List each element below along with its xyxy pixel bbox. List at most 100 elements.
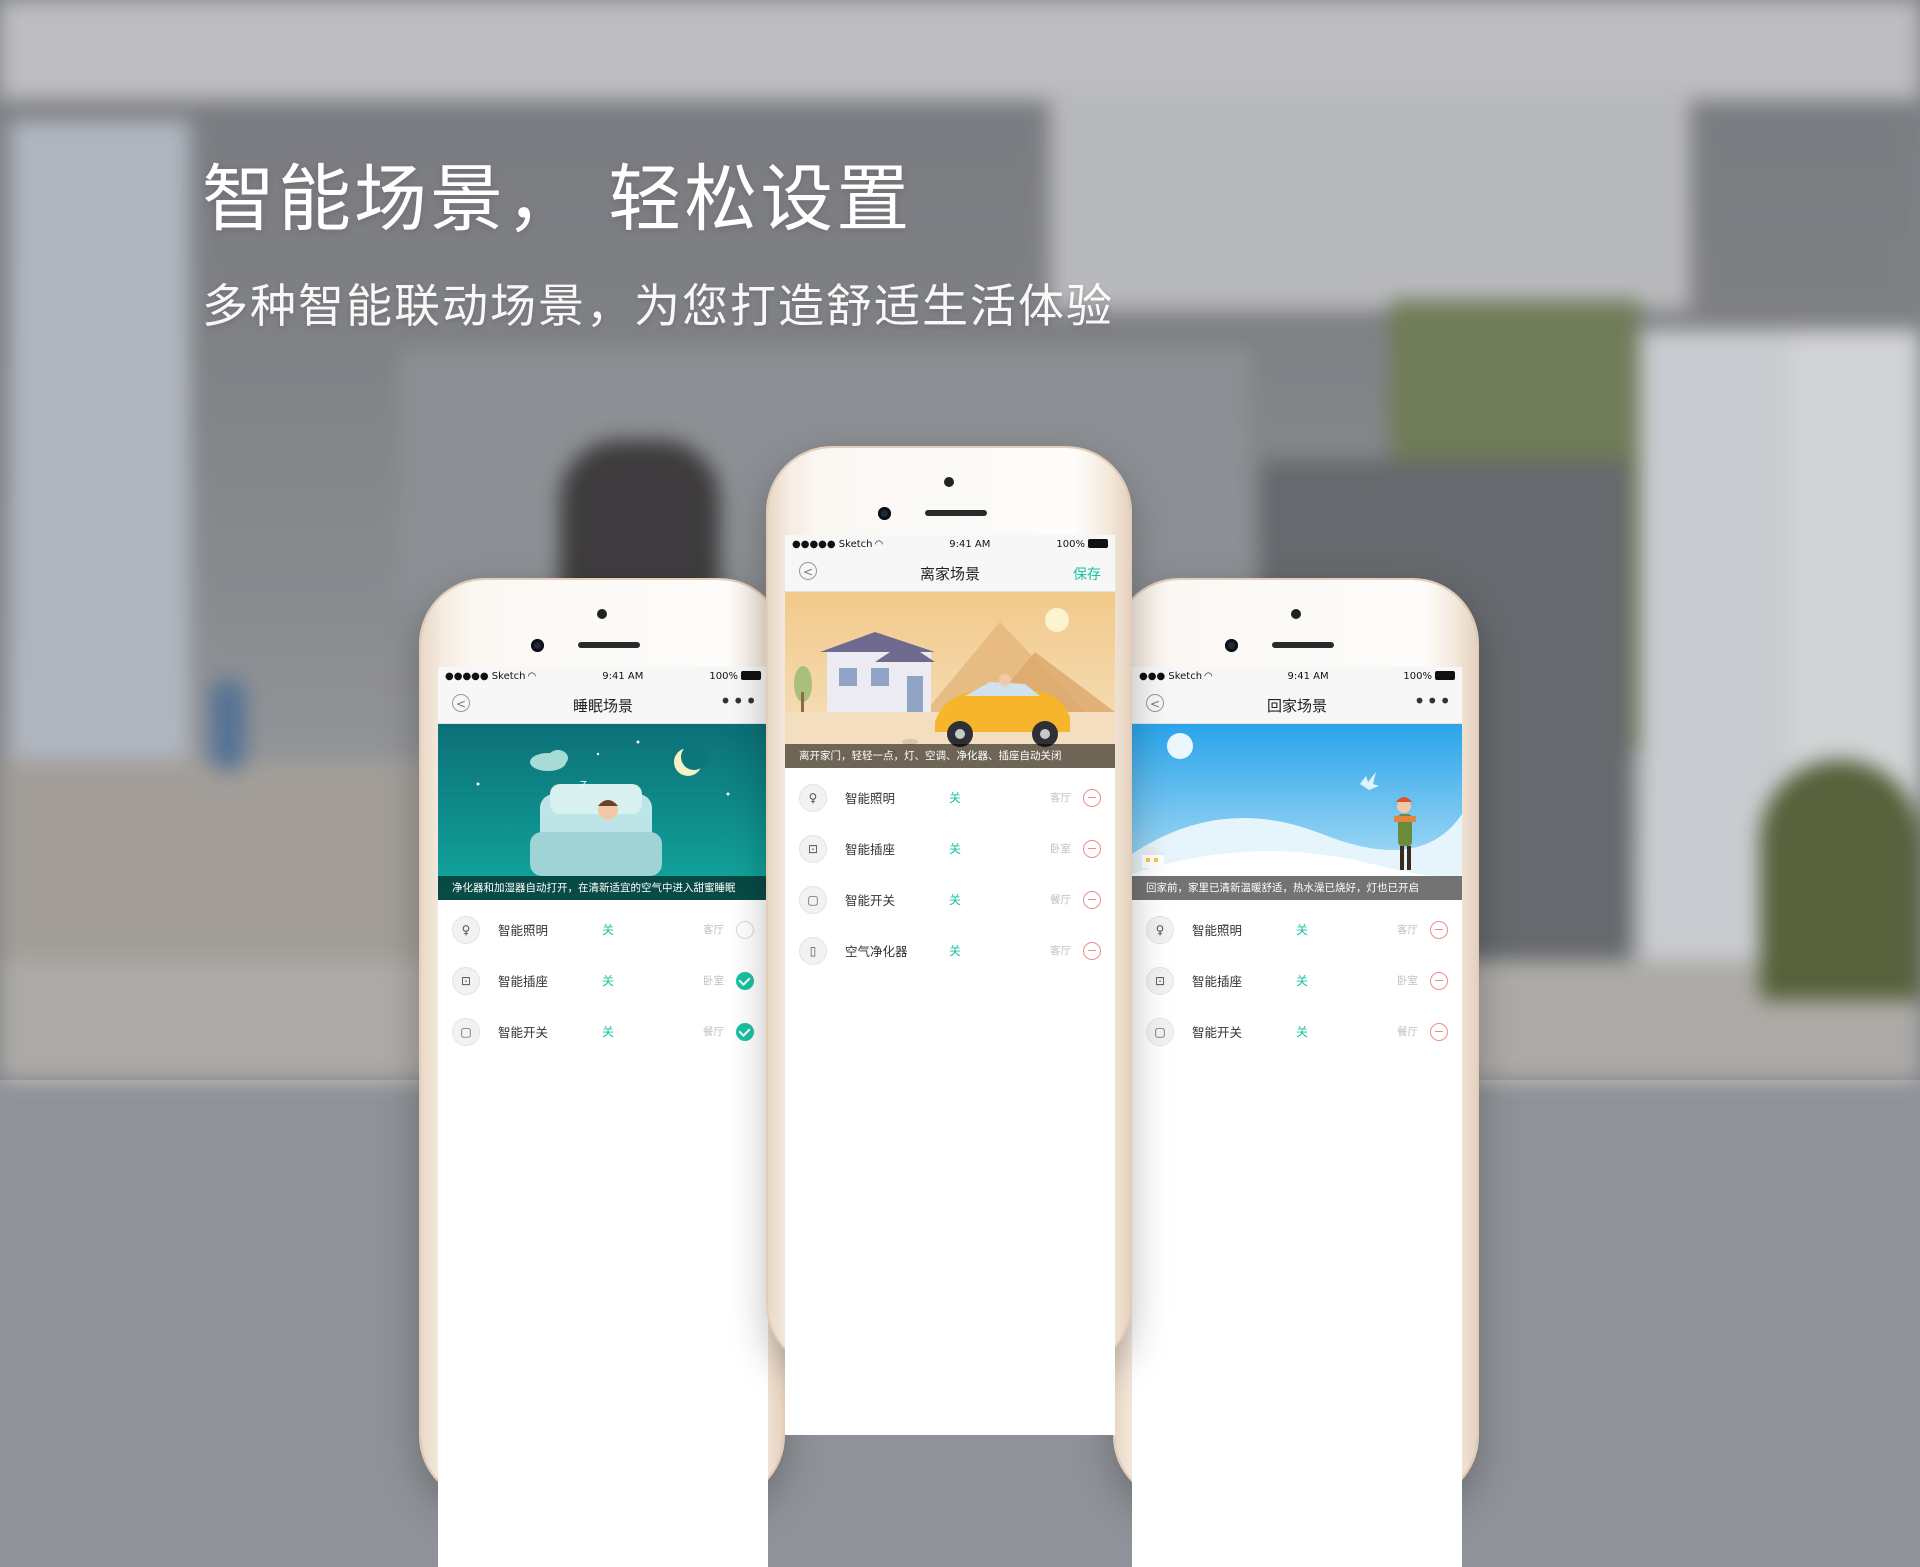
carrier-label: ●●● Sketch	[1139, 670, 1203, 682]
device-state[interactable]: 关	[949, 891, 961, 908]
earpiece-speaker	[1272, 642, 1334, 648]
scene-caption: 净化器和加湿器自动打开，在清新适宜的空气中进入甜蜜睡眠	[438, 876, 768, 900]
headline: 智能场景， 轻松设置	[202, 157, 913, 242]
remove-device-button[interactable]	[1083, 941, 1101, 960]
phone-screen: ●●●●● Sketch ◠ 9:41 AM 100% < 离家场景 保存 离开…	[785, 535, 1115, 1435]
winter-illustration	[1132, 724, 1462, 900]
svg-text:Z: Z	[580, 780, 587, 791]
more-button[interactable]: •••	[1414, 689, 1452, 713]
device-list: ♀ 智能照明 关 客厅 ⊡ 智能插座 关 卧室 ▢ 智能开关 关 餐厅	[785, 768, 1115, 976]
earpiece-speaker	[578, 642, 640, 648]
carrier-label: ●●●●● Sketch	[445, 670, 526, 682]
device-room: 客厅	[703, 924, 724, 936]
battery-label: 100%	[1056, 538, 1085, 550]
battery-icon	[1434, 671, 1455, 680]
device-room: 客厅	[1397, 924, 1418, 936]
device-state[interactable]: 关	[602, 972, 614, 989]
device-name: 智能插座	[1192, 974, 1243, 989]
page-title: 回家场景	[1266, 697, 1327, 715]
battery-icon	[1088, 539, 1108, 548]
select-toggle[interactable]	[736, 971, 754, 990]
device-row[interactable]: ⊡ 智能插座 关 卧室	[785, 823, 1115, 874]
front-camera	[1225, 639, 1238, 652]
device-state[interactable]: 关	[1296, 1023, 1308, 1040]
device-name: 智能开关	[498, 1025, 549, 1040]
page-title: 离家场景	[919, 565, 980, 583]
socket-icon: ⊡	[452, 966, 480, 995]
remove-device-button[interactable]	[1430, 920, 1448, 939]
bulb-icon: ♀	[452, 915, 480, 944]
device-name: 智能照明	[845, 791, 896, 806]
battery-label: 100%	[1403, 670, 1432, 682]
remove-device-button[interactable]	[1083, 788, 1101, 807]
status-bar: ●●●●● Sketch ◠ 9:41 AM 100%	[785, 535, 1115, 553]
front-camera	[531, 639, 544, 652]
scene-banner: 回家前，家里已清新温暖舒适，热水澡已烧好，灯也已开启	[1132, 724, 1462, 900]
wifi-icon: ◠	[1204, 670, 1213, 682]
remove-device-button[interactable]	[1083, 839, 1101, 858]
nav-bar: < 离家场景 保存	[785, 553, 1115, 592]
clock: 9:41 AM	[1287, 670, 1329, 682]
device-state[interactable]: 关	[602, 1023, 614, 1040]
device-name: 智能开关	[1192, 1025, 1243, 1040]
status-bar: ●●● Sketch ◠ 9:41 AM 100%	[1132, 667, 1462, 685]
carrier-label: ●●●●● Sketch	[792, 538, 873, 550]
device-state[interactable]: 关	[949, 942, 961, 959]
phone-sleep-scene: ●●●●● Sketch◠ 9:41 AM 100% < 睡眠场景 ••• Z	[421, 580, 783, 1567]
clock: 9:41 AM	[949, 538, 991, 550]
phone-screen: ●●● Sketch ◠ 9:41 AM 100% < 回家场景 ••• 回家前…	[1132, 667, 1462, 1567]
nav-bar: < 回家场景 •••	[1132, 685, 1462, 724]
socket-icon: ⊡	[1146, 966, 1174, 995]
battery-icon	[741, 671, 761, 680]
device-name: 智能照明	[1192, 923, 1243, 938]
remove-device-button[interactable]	[1430, 1022, 1448, 1041]
device-name: 空气净化器	[845, 944, 908, 959]
device-row[interactable]: ♀ 智能照明 关 客厅	[438, 904, 768, 955]
phone-leave-scene: ●●●●● Sketch ◠ 9:41 AM 100% < 离家场景 保存 离开…	[768, 448, 1130, 1435]
device-state[interactable]: 关	[1296, 972, 1308, 989]
save-button[interactable]: 保存	[1073, 564, 1101, 584]
device-room: 餐厅	[703, 1026, 724, 1038]
battery-label: 100%	[709, 670, 738, 682]
device-room: 客厅	[1050, 945, 1071, 957]
more-button[interactable]: •••	[720, 689, 758, 713]
device-row[interactable]: ▢ 智能开关 关 餐厅	[1132, 1006, 1462, 1057]
scene-caption: 离开家门，轻轻一点，灯、空调、净化器、插座自动关闭	[785, 744, 1115, 768]
device-row[interactable]: ▢ 智能开关 关 餐厅	[438, 1006, 768, 1057]
leaving-home-illustration	[785, 592, 1115, 768]
select-toggle[interactable]	[736, 1022, 754, 1041]
device-room: 卧室	[1050, 843, 1071, 855]
device-name: 智能插座	[845, 842, 896, 857]
device-row[interactable]: ⊡ 智能插座 关 卧室	[1132, 955, 1462, 1006]
device-name: 智能开关	[845, 893, 896, 908]
scene-caption: 回家前，家里已清新温暖舒适，热水澡已烧好，灯也已开启	[1132, 876, 1462, 900]
device-state[interactable]: 关	[949, 840, 961, 857]
switch-icon: ▢	[799, 885, 827, 914]
wifi-icon: ◠	[527, 670, 537, 682]
bulb-icon: ♀	[1146, 915, 1174, 944]
device-state[interactable]: 关	[949, 789, 961, 806]
device-room: 卧室	[1397, 975, 1418, 987]
subheadline: 多种智能联动场景，为您打造舒适生活体验	[202, 279, 1114, 333]
phone-top-sensor	[597, 609, 607, 619]
select-toggle[interactable]	[736, 920, 754, 939]
remove-device-button[interactable]	[1083, 890, 1101, 909]
device-list: ♀ 智能照明 关 客厅 ⊡ 智能插座 关 卧室 ▢ 智能开关 关 餐厅	[1132, 900, 1462, 1057]
remove-device-button[interactable]	[1430, 971, 1448, 990]
device-row[interactable]: ▯ 空气净化器 关 客厅	[785, 925, 1115, 976]
device-row[interactable]: ▢ 智能开关 关 餐厅	[785, 874, 1115, 925]
device-name: 智能插座	[498, 974, 549, 989]
nav-bar: < 睡眠场景 •••	[438, 685, 768, 724]
device-state[interactable]: 关	[1296, 921, 1308, 938]
device-row[interactable]: ♀ 智能照明 关 客厅	[785, 772, 1115, 823]
phone-top-sensor	[1291, 609, 1301, 619]
socket-icon: ⊡	[799, 834, 827, 863]
device-state[interactable]: 关	[602, 921, 614, 938]
wifi-icon: ◠	[874, 538, 884, 550]
scene-banner: 离开家门，轻轻一点，灯、空调、净化器、插座自动关闭	[785, 592, 1115, 768]
switch-icon: ▢	[452, 1017, 480, 1046]
device-row[interactable]: ⊡ 智能插座 关 卧室	[438, 955, 768, 1006]
device-row[interactable]: ♀ 智能照明 关 客厅	[1132, 904, 1462, 955]
purifier-icon: ▯	[799, 936, 827, 965]
device-room: 卧室	[703, 975, 724, 987]
